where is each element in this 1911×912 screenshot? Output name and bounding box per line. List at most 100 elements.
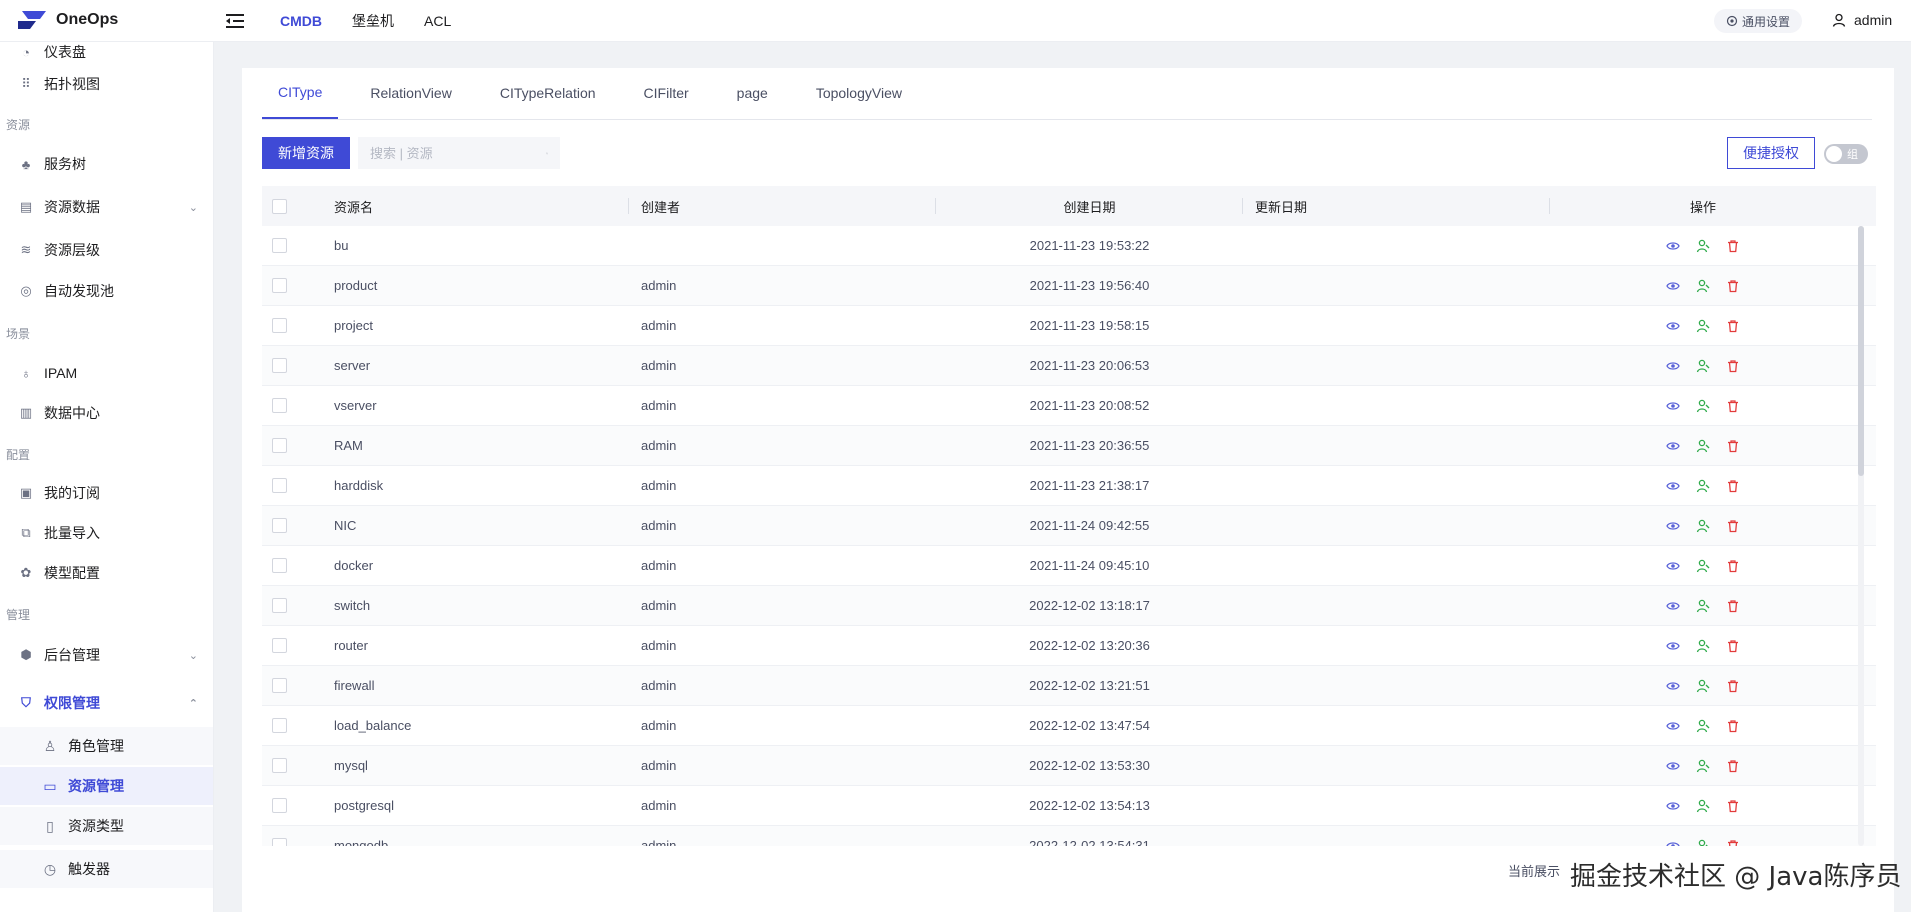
row-checkbox[interactable]	[272, 838, 287, 846]
sidebar-item-resource-data[interactable]: ▤ 资源数据 ⌄	[0, 189, 213, 225]
grant-icon[interactable]	[1695, 518, 1711, 534]
sidebar-item-role-management[interactable]: ♙ 角色管理	[0, 727, 213, 765]
grant-icon[interactable]	[1695, 638, 1711, 654]
row-checkbox[interactable]	[272, 798, 287, 813]
tab-citype[interactable]: CIType	[262, 67, 339, 119]
sidebar-item-resource-types[interactable]: ▯ 资源类型	[0, 807, 213, 845]
row-checkbox[interactable]	[272, 518, 287, 533]
row-checkbox[interactable]	[272, 318, 287, 333]
grant-icon[interactable]	[1695, 318, 1711, 334]
sidebar-item-auto-discovery[interactable]: ◎ 自动发现池	[0, 273, 213, 309]
row-checkbox[interactable]	[272, 758, 287, 773]
sidebar-item-resource-management[interactable]: ▭ 资源管理	[0, 767, 213, 805]
app-logo[interactable]: OneOps	[16, 9, 118, 31]
grant-icon[interactable]	[1695, 798, 1711, 814]
delete-icon[interactable]	[1725, 558, 1741, 574]
user-menu[interactable]: admin	[1832, 12, 1892, 28]
grant-icon[interactable]	[1695, 558, 1711, 574]
group-toggle[interactable]: 组	[1824, 144, 1868, 164]
grant-icon[interactable]	[1695, 438, 1711, 454]
delete-icon[interactable]	[1725, 318, 1741, 334]
select-all-checkbox[interactable]	[272, 198, 287, 214]
delete-icon[interactable]	[1725, 398, 1741, 414]
nav-bastion[interactable]: 堡垒机	[352, 11, 394, 31]
view-icon[interactable]	[1665, 318, 1681, 334]
delete-icon[interactable]	[1725, 798, 1741, 814]
grant-icon[interactable]	[1695, 838, 1711, 846]
row-checkbox[interactable]	[272, 398, 287, 413]
delete-icon[interactable]	[1725, 478, 1741, 494]
row-checkbox[interactable]	[272, 678, 287, 693]
tab-topologyview[interactable]: TopologyView	[800, 67, 918, 119]
sidebar-item-topology[interactable]: ⠿ 拓扑视图	[0, 66, 213, 102]
view-icon[interactable]	[1665, 478, 1681, 494]
sidebar-item-backend-admin[interactable]: ⬢ 后台管理 ⌄	[0, 637, 213, 673]
view-icon[interactable]	[1665, 838, 1681, 846]
view-icon[interactable]	[1665, 518, 1681, 534]
grant-icon[interactable]	[1695, 718, 1711, 734]
delete-icon[interactable]	[1725, 598, 1741, 614]
delete-icon[interactable]	[1725, 358, 1741, 374]
search-icon[interactable]	[546, 147, 548, 160]
view-icon[interactable]	[1665, 238, 1681, 254]
sidebar-item-model-config[interactable]: ✿ 模型配置	[0, 555, 213, 591]
view-icon[interactable]	[1665, 678, 1681, 694]
delete-icon[interactable]	[1725, 518, 1741, 534]
view-icon[interactable]	[1665, 358, 1681, 374]
sidebar-item-batch-import[interactable]: ⧉ 批量导入	[0, 515, 213, 551]
view-icon[interactable]	[1665, 438, 1681, 454]
view-icon[interactable]	[1665, 758, 1681, 774]
quick-grant-button[interactable]: 便捷授权	[1727, 137, 1815, 169]
grant-icon[interactable]	[1695, 478, 1711, 494]
grant-icon[interactable]	[1695, 678, 1711, 694]
grant-icon[interactable]	[1695, 598, 1711, 614]
search-input[interactable]	[370, 145, 546, 161]
grant-icon[interactable]	[1695, 398, 1711, 414]
view-icon[interactable]	[1665, 718, 1681, 734]
view-icon[interactable]	[1665, 398, 1681, 414]
tab-relationview[interactable]: RelationView	[354, 67, 467, 119]
tab-cifilter[interactable]: CIFilter	[628, 67, 705, 119]
sidebar-item-resource-levels[interactable]: ≋ 资源层级	[0, 232, 213, 268]
delete-icon[interactable]	[1725, 238, 1741, 254]
grant-icon[interactable]	[1695, 358, 1711, 374]
tab-cityperelation[interactable]: CITypeRelation	[484, 67, 612, 119]
row-checkbox[interactable]	[272, 598, 287, 613]
row-checkbox[interactable]	[272, 718, 287, 733]
settings-button[interactable]: 通用设置	[1714, 9, 1803, 33]
sidebar-item-permissions[interactable]: ⛉ 权限管理 ⌃	[0, 685, 213, 721]
grant-icon[interactable]	[1695, 238, 1711, 254]
add-resource-button[interactable]: 新增资源	[262, 137, 350, 169]
view-icon[interactable]	[1665, 558, 1681, 574]
menu-collapse-icon[interactable]	[224, 11, 246, 31]
sidebar-item-triggers[interactable]: ◷ 触发器	[0, 850, 213, 888]
delete-icon[interactable]	[1725, 438, 1741, 454]
row-checkbox[interactable]	[272, 238, 287, 253]
delete-icon[interactable]	[1725, 278, 1741, 294]
delete-icon[interactable]	[1725, 758, 1741, 774]
grant-icon[interactable]	[1695, 278, 1711, 294]
table-scrollbar[interactable]	[1858, 226, 1864, 846]
grant-icon[interactable]	[1695, 758, 1711, 774]
delete-icon[interactable]	[1725, 678, 1741, 694]
nav-cmdb[interactable]: CMDB	[280, 13, 322, 29]
sidebar-item-subscriptions[interactable]: ▣ 我的订阅	[0, 475, 213, 511]
delete-icon[interactable]	[1725, 838, 1741, 846]
sidebar-item-ipam[interactable]: ♁ IPAM	[0, 355, 213, 391]
row-checkbox[interactable]	[272, 558, 287, 573]
view-icon[interactable]	[1665, 278, 1681, 294]
row-checkbox[interactable]	[272, 438, 287, 453]
sidebar-item-datacenter[interactable]: ▥ 数据中心	[0, 395, 213, 431]
nav-acl[interactable]: ACL	[424, 13, 451, 29]
tab-page[interactable]: page	[721, 67, 784, 119]
sidebar-item-service-tree[interactable]: ♣ 服务树	[0, 146, 213, 182]
scrollbar-thumb[interactable]	[1858, 226, 1864, 476]
row-checkbox[interactable]	[272, 278, 287, 293]
delete-icon[interactable]	[1725, 718, 1741, 734]
row-checkbox[interactable]	[272, 478, 287, 493]
view-icon[interactable]	[1665, 638, 1681, 654]
view-icon[interactable]	[1665, 598, 1681, 614]
view-icon[interactable]	[1665, 798, 1681, 814]
row-checkbox[interactable]	[272, 638, 287, 653]
delete-icon[interactable]	[1725, 638, 1741, 654]
